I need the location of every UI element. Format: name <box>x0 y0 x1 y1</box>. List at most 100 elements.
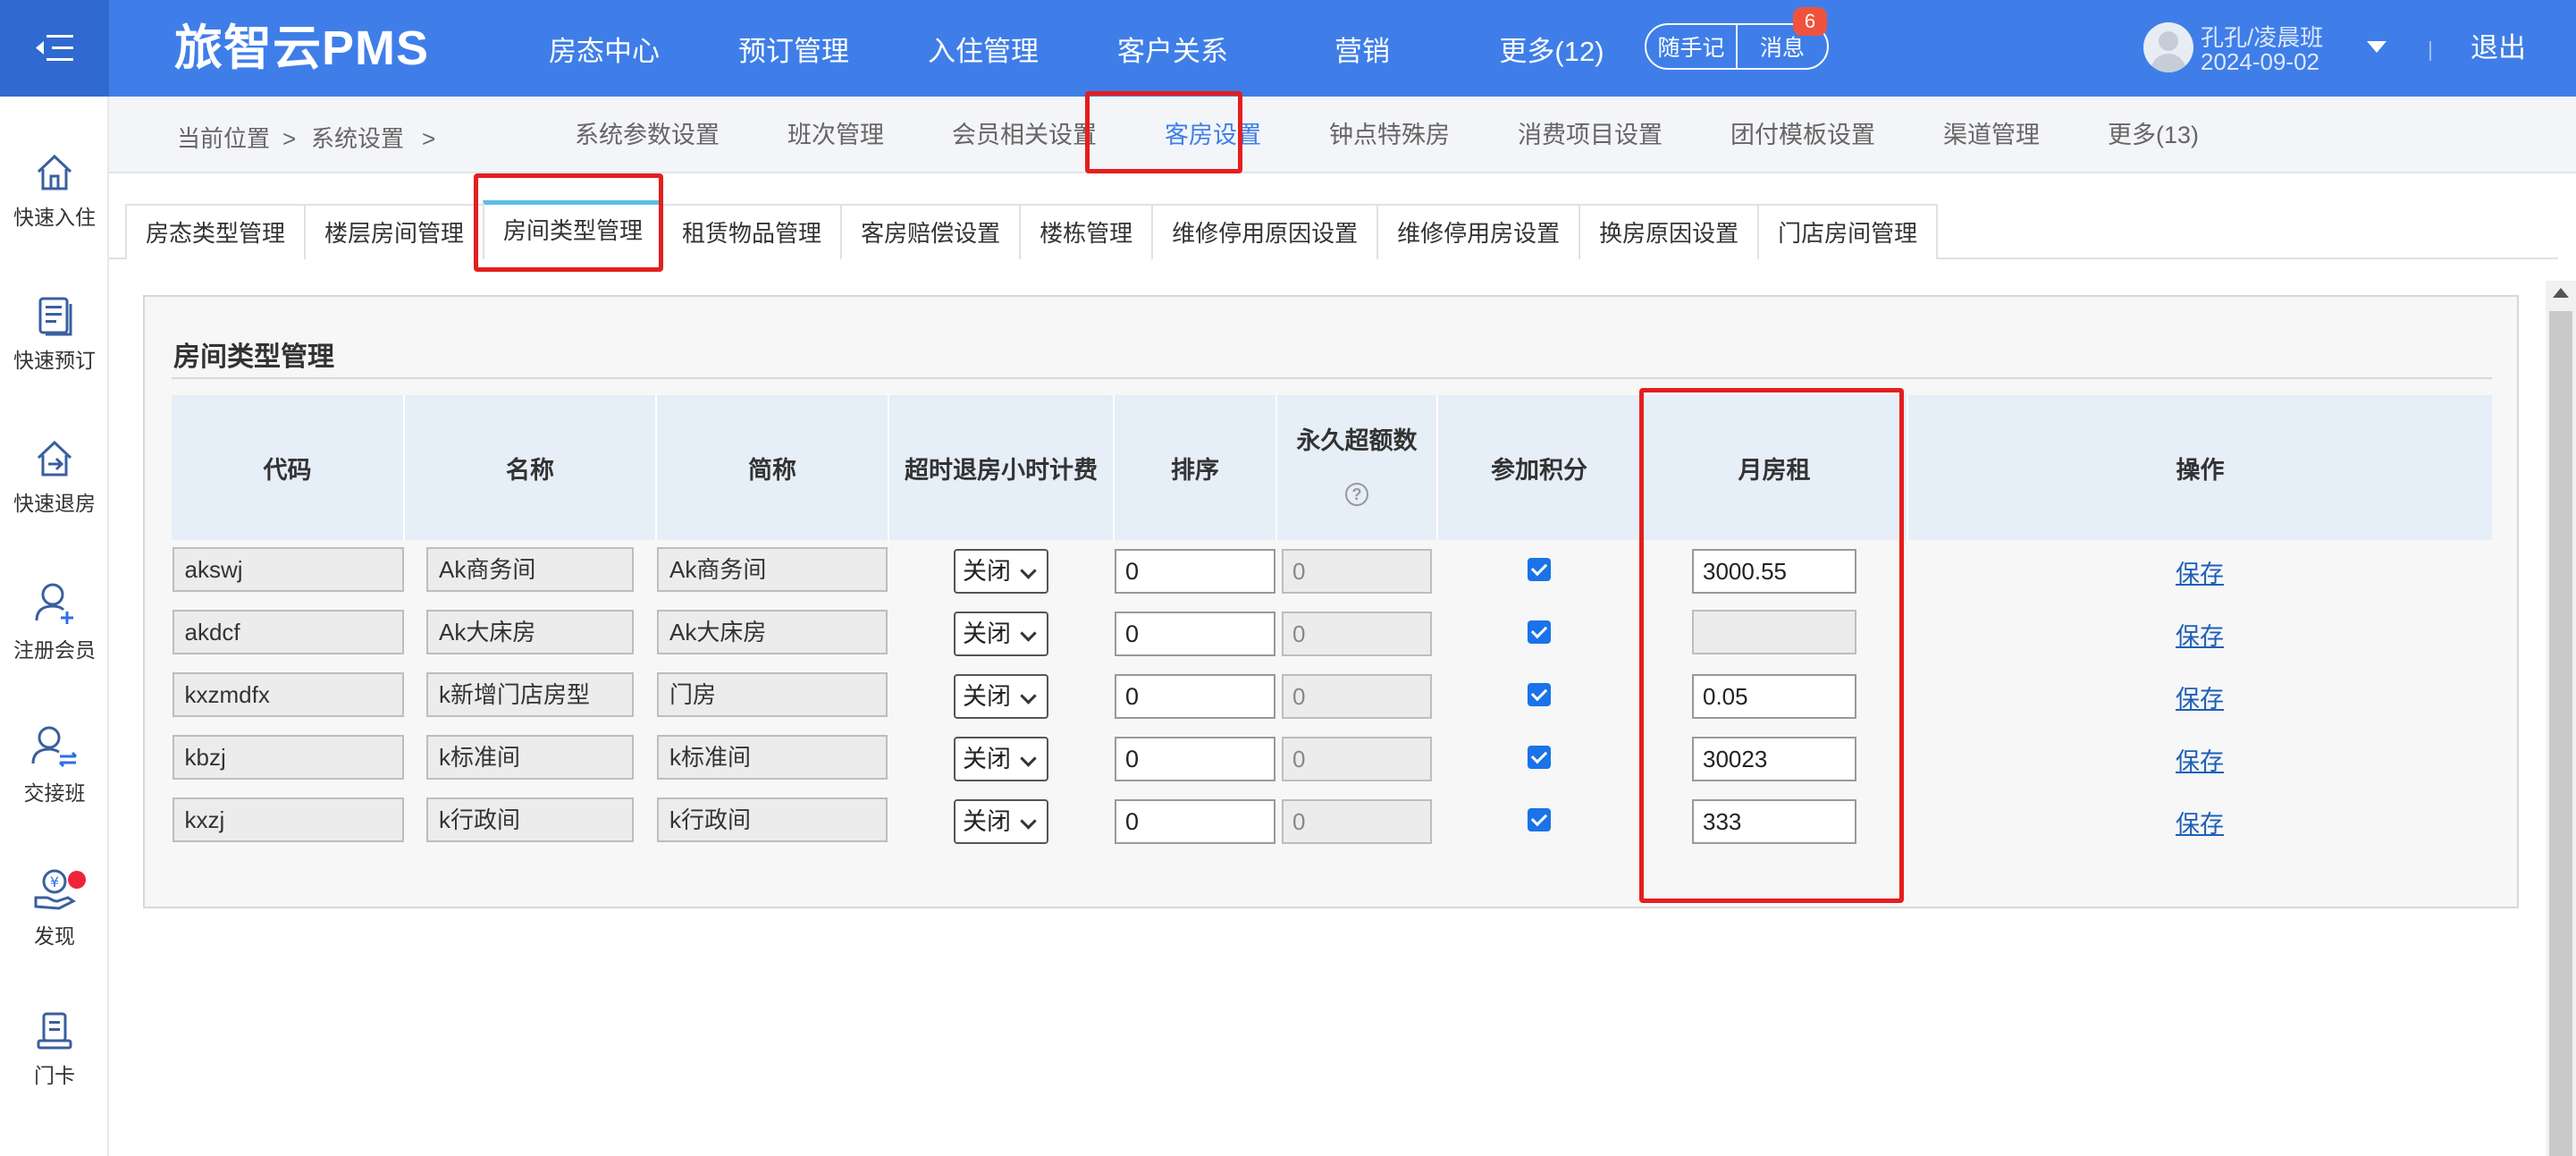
monthly-rent-input[interactable] <box>1692 609 1856 654</box>
sidebar-item-quick-checkin[interactable]: 快速入住 <box>0 152 109 277</box>
tab-repair-rooms[interactable]: 维修停用房设置 <box>1376 204 1581 259</box>
scrollbar-thumb[interactable] <box>2549 311 2572 1156</box>
code-field: kxzmdfx <box>172 671 404 717</box>
column-header-short-name: 简称 <box>656 395 889 540</box>
panel-title: 房间类型管理 <box>173 342 334 372</box>
cell-code: kbzj <box>172 728 404 790</box>
sort-input[interactable]: 0 <box>1115 549 1275 594</box>
monthly-rent-input[interactable]: 30023 <box>1692 737 1856 781</box>
notification-dot <box>68 871 86 889</box>
nav-reservations[interactable]: 预订管理 <box>699 29 888 69</box>
cell-short-name: Ak商务间 <box>656 540 888 603</box>
subnav-member-settings[interactable]: 会员相关设置 <box>918 97 1131 173</box>
cell-sort: 0 <box>1114 728 1276 790</box>
permanent-excess-field: 0 <box>1282 799 1432 844</box>
cell-overtime: 关闭 <box>888 665 1114 728</box>
points-checkbox[interactable] <box>1528 557 1551 581</box>
sidebar-item-room-card[interactable]: 门卡 <box>0 1010 109 1135</box>
nav-marketing[interactable]: 营销 <box>1267 29 1457 69</box>
subnav-more[interactable]: 更多(13) <box>2074 97 2233 173</box>
save-link[interactable]: 保存 <box>2176 748 2224 775</box>
tab-room-types[interactable]: 房间类型管理 <box>483 200 664 259</box>
points-checkbox[interactable] <box>1528 745 1551 769</box>
points-checkbox[interactable] <box>1528 807 1551 831</box>
sort-input[interactable]: 0 <box>1115 799 1275 844</box>
tab-room-change-reasons[interactable]: 换房原因设置 <box>1578 204 1760 259</box>
name-field: k行政间 <box>426 797 634 842</box>
cell-overtime: 关闭 <box>888 540 1114 603</box>
save-link[interactable]: 保存 <box>2176 686 2224 713</box>
sort-input[interactable]: 0 <box>1115 674 1275 719</box>
sort-input[interactable]: 0 <box>1115 612 1275 656</box>
monthly-rent-input[interactable]: 3000.55 <box>1692 549 1856 594</box>
sidebar-item-quick-checkout[interactable]: 快速退房 <box>0 438 109 563</box>
nav-room-status[interactable]: 房态中心 <box>509 29 699 69</box>
subnav-group-templates[interactable]: 团付模板设置 <box>1696 97 1909 173</box>
cell-code: akswj <box>172 540 404 603</box>
cell-sort: 0 <box>1114 665 1276 728</box>
save-link[interactable]: 保存 <box>2176 623 2224 650</box>
subnav-hourly-rooms[interactable]: 钟点特殊房 <box>1295 97 1484 173</box>
memo-button[interactable]: 随手记 <box>1646 25 1736 68</box>
tab-buildings[interactable]: 楼栋管理 <box>1019 204 1154 259</box>
sidebar-item-shift-handover[interactable]: 交接班 <box>0 724 109 849</box>
cell-points <box>1437 665 1641 728</box>
cell-short-name: Ak大床房 <box>656 603 888 665</box>
cell-permanent-excess: 0 <box>1276 603 1437 665</box>
sidebar-label: 注册会员 <box>13 638 96 662</box>
overtime-select[interactable]: 关闭 <box>954 549 1048 594</box>
logout-button[interactable]: 退出 <box>2471 0 2526 97</box>
sort-input[interactable]: 0 <box>1115 737 1275 781</box>
menu-toggle-button[interactable] <box>0 0 109 97</box>
tab-rental-items[interactable]: 租赁物品管理 <box>661 204 843 259</box>
tab-room-compensation[interactable]: 客房赔偿设置 <box>840 204 1022 259</box>
settings-tabs: 房态类型管理 楼层房间管理 房间类型管理 租赁物品管理 客房赔偿设置 楼栋管理 … <box>125 200 1939 259</box>
short-name-field: k行政间 <box>657 797 888 842</box>
cell-monthly-rent: 3000.55 <box>1641 540 1907 603</box>
cell-monthly-rent: 333 <box>1641 790 1907 853</box>
points-checkbox[interactable] <box>1528 620 1551 644</box>
permanent-excess-field: 0 <box>1282 737 1432 781</box>
overtime-select[interactable]: 关闭 <box>954 737 1048 781</box>
subnav-channels[interactable]: 渠道管理 <box>1909 97 2074 173</box>
subnav-consumption-items[interactable]: 消费项目设置 <box>1484 97 1696 173</box>
help-icon[interactable]: ? <box>1345 482 1368 506</box>
cell-name: k行政间 <box>404 790 656 853</box>
subnav-system-params[interactable]: 系统参数设置 <box>541 97 753 173</box>
tab-room-status-types[interactable]: 房态类型管理 <box>125 204 307 259</box>
scroll-up-icon[interactable] <box>2553 288 2569 298</box>
table-header-row: 代码 名称 简称 超时退房小时计费 排序 永久超额数 ? 参加积分 月房租 操作 <box>172 395 2492 540</box>
save-link[interactable]: 保存 <box>2176 811 2224 838</box>
home-exit-icon <box>37 440 72 477</box>
chevron-down-icon[interactable] <box>2367 41 2387 53</box>
overtime-select[interactable]: 关闭 <box>954 612 1048 656</box>
sidebar-label: 交接班 <box>23 781 86 805</box>
settings-sub-nav: 系统参数设置 班次管理 会员相关设置 客房设置 钟点特殊房 消费项目设置 团付模… <box>541 97 2233 173</box>
overtime-select[interactable]: 关闭 <box>954 674 1048 719</box>
breadcrumb-system-settings[interactable]: 系统设置 <box>311 97 404 173</box>
short-name-field: Ak大床房 <box>657 609 888 654</box>
nav-customers[interactable]: 客户关系 <box>1078 29 1267 69</box>
column-header-points: 参加积分 <box>1437 395 1642 540</box>
monthly-rent-input[interactable]: 333 <box>1692 799 1856 844</box>
save-link[interactable]: 保存 <box>2176 561 2224 587</box>
subnav-shifts[interactable]: 班次管理 <box>753 97 918 173</box>
cell-permanent-excess: 0 <box>1276 728 1437 790</box>
points-checkbox[interactable] <box>1528 682 1551 706</box>
sidebar-item-discover[interactable]: ¥ 发现 <box>0 867 109 992</box>
app-logo: 旅智云PMS <box>174 21 430 75</box>
tab-repair-reasons[interactable]: 维修停用原因设置 <box>1151 204 1379 259</box>
nav-checkin[interactable]: 入住管理 <box>888 29 1078 69</box>
tab-store-rooms[interactable]: 门店房间管理 <box>1757 204 1939 259</box>
avatar[interactable] <box>2143 22 2193 72</box>
tab-floor-rooms[interactable]: 楼层房间管理 <box>304 204 485 259</box>
short-name-field: 门房 <box>657 671 888 717</box>
subnav-room-settings[interactable]: 客房设置 <box>1131 97 1295 173</box>
monthly-rent-input[interactable]: 0.05 <box>1692 674 1856 719</box>
overtime-select[interactable]: 关闭 <box>954 799 1048 844</box>
nav-more[interactable]: 更多(12) <box>1457 29 1646 69</box>
sidebar-item-quick-booking[interactable]: 快速预订 <box>0 295 109 420</box>
sidebar-item-register-member[interactable]: 注册会员 <box>0 581 109 706</box>
name-field: k新增门店房型 <box>426 671 634 717</box>
cell-actions: 保存 <box>1907 665 2492 728</box>
